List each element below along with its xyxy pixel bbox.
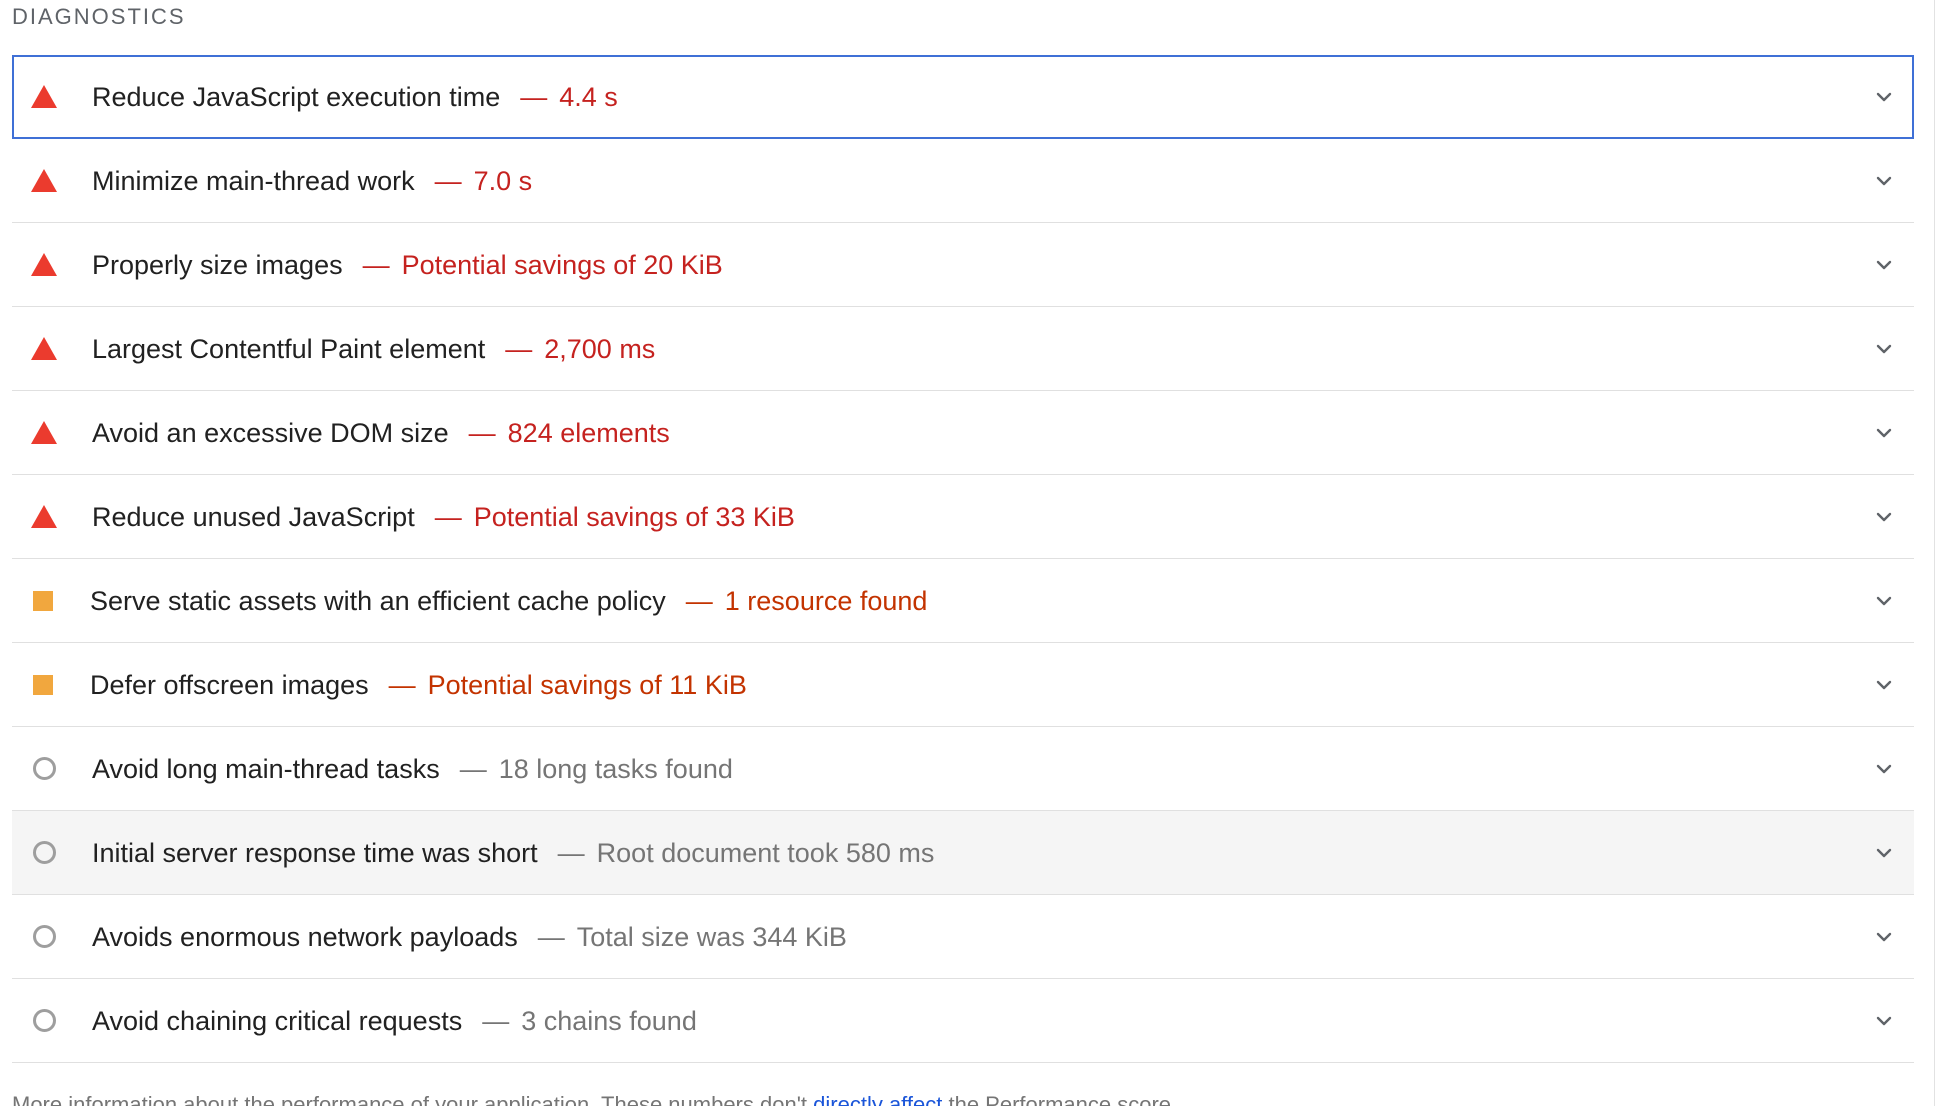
chevron-down-icon[interactable]	[1870, 335, 1898, 363]
audit-display-value: Potential savings of 11 KiB	[427, 669, 747, 700]
chevron-down-icon[interactable]	[1870, 587, 1898, 615]
audit-row[interactable]: Reduce unused JavaScript — Potential savin…	[12, 475, 1914, 559]
chevron-down-icon[interactable]	[1870, 419, 1898, 447]
audit-title: Defer offscreen images	[90, 669, 369, 700]
section-title: DIAGNOSTICS	[12, 4, 186, 29]
audit-separator: —	[520, 81, 548, 112]
audit-separator: —	[434, 165, 462, 196]
audit-title: Largest Contentful Paint element	[92, 333, 486, 364]
audit-display-value: 3 chains found	[521, 1005, 697, 1036]
audit-title: Avoids enormous network payloads	[92, 921, 518, 952]
audit-row[interactable]: Avoid long main-thread tasks — 18 long tas…	[12, 727, 1914, 811]
chevron-down-icon[interactable]	[1870, 167, 1898, 195]
warning-triangle-icon	[12, 55, 72, 139]
audit-display-value: 7.0 s	[473, 165, 533, 196]
chevron-down-icon[interactable]	[1870, 503, 1898, 531]
audit-separator: —	[468, 417, 496, 448]
audit-display-value: Root document took 580 ms	[596, 837, 935, 868]
audit-separator: —	[537, 921, 565, 952]
audit-title: Avoid long main-thread tasks	[92, 753, 440, 784]
warning-triangle-icon-shape	[31, 337, 57, 360]
average-square-icon-shape	[33, 590, 53, 611]
audit-title: Properly size images	[92, 249, 343, 280]
chevron-down-icon[interactable]	[1870, 923, 1898, 951]
audit-display-value: 824 elements	[507, 417, 670, 448]
chevron-down-icon[interactable]	[1870, 83, 1898, 111]
audit-row[interactable]: Largest Contentful Paint element — 2,700 m…	[12, 307, 1914, 391]
audit-separator: —	[685, 585, 713, 616]
audit-row[interactable]: Avoid an excessive DOM size — 824 elements	[12, 391, 1914, 475]
audit-row[interactable]: Reduce JavaScript execution time — 4.4 s	[12, 55, 1914, 139]
info-circle-icon	[12, 811, 72, 895]
audit-title: Initial server response time was short	[92, 837, 538, 868]
audit-separator: —	[557, 837, 585, 868]
audit-list: Reduce JavaScript execution time — 4.4 s Mi…	[12, 55, 1914, 1063]
audit-title: Avoid chaining critical requests	[92, 1005, 463, 1036]
audit-row[interactable]: Properly size images — Potential savings o…	[12, 223, 1914, 307]
audit-separator: —	[434, 501, 462, 532]
warning-triangle-icon	[12, 307, 72, 391]
chevron-down-icon[interactable]	[1870, 1007, 1898, 1035]
audit-separator: —	[482, 1005, 510, 1036]
average-square-icon-shape	[33, 674, 53, 695]
diagnostics-panel: DIAGNOSTICS Reduce JavaScript execution …	[0, 0, 1942, 1106]
audit-title: Serve static assets with an efficient ca…	[90, 585, 666, 616]
warning-triangle-icon-shape	[31, 253, 57, 276]
chevron-down-icon[interactable]	[1870, 671, 1898, 699]
audit-display-value: 1 resource found	[724, 585, 928, 616]
warning-triangle-icon	[12, 139, 72, 223]
audit-row[interactable]: Serve static assets with an efficient ca…	[12, 559, 1914, 643]
audit-separator: —	[362, 249, 390, 280]
chevron-down-icon[interactable]	[1870, 251, 1898, 279]
audit-display-value: 18 long tasks found	[498, 753, 733, 784]
chevron-down-icon[interactable]	[1870, 839, 1898, 867]
audit-row[interactable]: Minimize main-thread work — 7.0 s	[12, 139, 1914, 223]
warning-triangle-icon	[12, 391, 72, 475]
info-circle-icon-shape	[32, 841, 56, 864]
info-circle-icon	[12, 895, 72, 979]
warning-triangle-icon-shape	[31, 169, 57, 192]
info-circle-icon-shape	[32, 757, 56, 780]
audit-row[interactable]: Defer offscreen images — Potential savings…	[12, 643, 1914, 727]
audit-display-value: Potential savings of 20 KiB	[401, 249, 723, 280]
audit-title: Reduce unused JavaScript	[92, 501, 415, 532]
audit-row[interactable]: Avoid chaining critical requests — 3 chain…	[12, 979, 1914, 1063]
audit-separator: —	[388, 669, 416, 700]
audit-separator: —	[505, 333, 533, 364]
footer-description: More information about the performance o…	[12, 1092, 1177, 1106]
warning-triangle-icon-shape	[31, 85, 57, 108]
audit-title: Minimize main-thread work	[92, 165, 415, 196]
audit-display-value: Potential savings of 33 KiB	[473, 501, 795, 532]
footer-text-before: More information about the performance o…	[12, 1092, 814, 1106]
audit-display-value: 4.4 s	[559, 81, 618, 112]
info-circle-icon	[12, 727, 72, 811]
warning-triangle-icon	[12, 223, 72, 307]
directly-affect-link[interactable]: directly affect	[813, 1092, 942, 1106]
audit-title: Reduce JavaScript execution time	[92, 81, 501, 112]
average-square-icon	[12, 559, 72, 643]
footer-text-after: the Performance score.	[942, 1092, 1178, 1106]
info-circle-icon	[12, 979, 72, 1063]
audit-display-value: 2,700 ms	[544, 333, 656, 364]
scrollbar-track-edge	[1934, 0, 1935, 1106]
info-circle-icon-shape	[32, 925, 56, 948]
audit-separator: —	[459, 753, 487, 784]
warning-triangle-icon-shape	[31, 505, 57, 528]
warning-triangle-icon-shape	[31, 421, 57, 444]
info-circle-icon-shape	[32, 1009, 56, 1032]
audit-title: Avoid an excessive DOM size	[92, 417, 449, 448]
audit-row[interactable]: Avoids enormous network payloads — Total s…	[12, 895, 1914, 979]
audit-display-value: Total size was 344 KiB	[576, 921, 847, 952]
audit-row[interactable]: Initial server response time was short — R…	[12, 811, 1914, 895]
chevron-down-icon[interactable]	[1870, 755, 1898, 783]
average-square-icon	[12, 643, 72, 727]
warning-triangle-icon	[12, 475, 72, 559]
